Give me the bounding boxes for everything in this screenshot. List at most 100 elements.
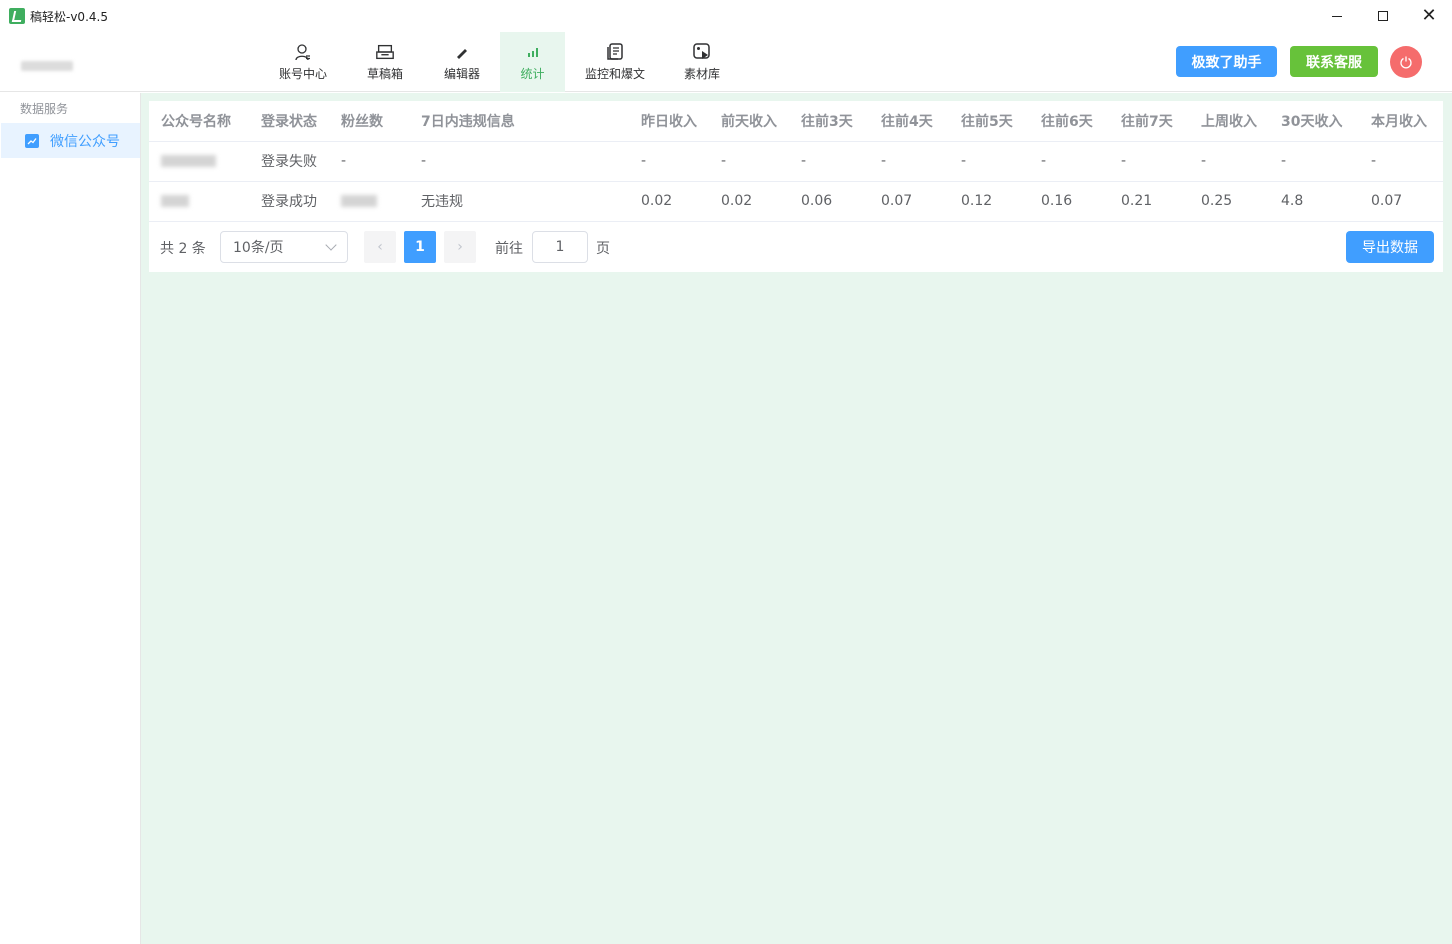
nav-monitor[interactable]: 监控和爆文 [577, 32, 653, 92]
media-icon [692, 42, 712, 62]
chevron-left-icon: ‹ [377, 239, 383, 255]
sidebar-item-label: 微信公众号 [50, 133, 120, 150]
sidebar: 数据服务 微信公众号 [0, 93, 141, 944]
minimize-button[interactable] [1314, 0, 1360, 32]
account-name-cell [149, 141, 249, 182]
column-header: 公众号名称 [149, 101, 249, 142]
table-cell: - [1029, 141, 1109, 182]
inbox-icon [375, 42, 395, 62]
close-button[interactable]: ✕ [1406, 0, 1452, 32]
table-cell: - [869, 141, 949, 182]
table-header: 公众号名称 登录状态 粉丝数 7日内违规信息 昨日收入 前天收入 往前3天 往前… [149, 101, 1443, 142]
sidebar-group-title: 数据服务 [20, 102, 69, 116]
table-cell: 0.07 [1359, 181, 1443, 222]
nav-statistics[interactable]: 统计 [500, 32, 565, 92]
table-cell: 0.25 [1189, 181, 1269, 222]
minimize-icon [1332, 15, 1342, 17]
pen-icon [452, 42, 472, 62]
table-row[interactable]: 登录失败 - - - - - - - - - - - - [149, 141, 1443, 182]
user-icon [293, 42, 313, 62]
column-header: 往前7天 [1109, 101, 1189, 142]
table-cell: - [1109, 141, 1189, 182]
bar-chart-icon [523, 42, 543, 62]
data-card: 公众号名称 登录状态 粉丝数 7日内违规信息 昨日收入 前天收入 往前3天 往前… [149, 101, 1443, 272]
title-bar: 稿轻松-v0.4.5 ✕ [0, 0, 1452, 32]
table-cell: 0.21 [1109, 181, 1189, 222]
nav-material[interactable]: 素材库 [670, 32, 734, 92]
maximize-icon [1378, 11, 1388, 21]
table-cell: - [789, 141, 869, 182]
nav-editor[interactable]: 编辑器 [430, 32, 494, 92]
account-name [161, 155, 216, 167]
page-size-select[interactable]: 10条/页 [220, 231, 348, 263]
window-title: 稿轻松-v0.4.5 [30, 10, 108, 24]
column-header: 前天收入 [709, 101, 789, 142]
table-cell: - [329, 141, 409, 182]
nav-label: 账号中心 [278, 67, 327, 81]
power-button[interactable] [1390, 46, 1422, 78]
main-content: 公众号名称 登录状态 粉丝数 7日内违规信息 昨日收入 前天收入 往前3天 往前… [141, 93, 1452, 944]
sidebar-item-wechat[interactable]: 微信公众号 [1, 123, 140, 158]
export-data-button[interactable]: 导出数据 [1346, 231, 1434, 263]
table-cell: 登录成功 [249, 181, 329, 222]
table-cell: 0.02 [629, 181, 709, 222]
account-name-cell [149, 181, 249, 222]
column-header: 往前3天 [789, 101, 869, 142]
total-count: 共 2 条 [160, 241, 206, 257]
helper-button[interactable]: 极致了助手 [1176, 46, 1277, 77]
column-header: 往前5天 [949, 101, 1029, 142]
column-header: 30天收入 [1269, 101, 1359, 142]
nav-account-center[interactable]: 账号中心 [266, 32, 340, 92]
nav-label: 草稿箱 [366, 67, 403, 81]
user-name [21, 61, 73, 71]
table-cell: 0.16 [1029, 181, 1109, 222]
table-cell: - [949, 141, 1029, 182]
table-cell: 0.07 [869, 181, 949, 222]
column-header: 上周收入 [1189, 101, 1269, 142]
app-logo [9, 8, 25, 24]
table-cell: 4.8 [1269, 181, 1359, 222]
prev-page-button[interactable]: ‹ [364, 231, 396, 263]
close-icon: ✕ [1421, 5, 1437, 26]
page-number[interactable]: 1 [404, 231, 436, 263]
chevron-down-icon [325, 239, 337, 251]
account-name [161, 195, 189, 207]
next-page-button[interactable]: › [444, 231, 476, 263]
goto-page-input[interactable] [532, 231, 588, 263]
nav-label: 统计 [520, 67, 545, 81]
column-header: 本月收入 [1359, 101, 1443, 142]
column-header: 往前4天 [869, 101, 949, 142]
goto-label: 前往 [495, 241, 523, 257]
goto-suffix: 页 [596, 241, 610, 257]
table-cell: - [409, 141, 629, 182]
table-row[interactable]: 登录成功 无违规 0.02 0.02 0.06 0.07 0.12 0.16 0… [149, 181, 1443, 222]
table-cell: 0.12 [949, 181, 1029, 222]
nav-label: 监控和爆文 [584, 67, 645, 81]
power-icon [1400, 56, 1412, 69]
maximize-button[interactable] [1360, 0, 1406, 32]
nav-label: 素材库 [683, 67, 720, 81]
trend-chart-icon [25, 133, 39, 148]
nav-drafts[interactable]: 草稿箱 [352, 32, 418, 92]
column-header: 往前6天 [1029, 101, 1109, 142]
table-cell: 0.02 [709, 181, 789, 222]
table-cell: - [709, 141, 789, 182]
column-header: 昨日收入 [629, 101, 709, 142]
fans-count [341, 195, 377, 207]
contact-service-button[interactable]: 联系客服 [1290, 46, 1378, 77]
table-cell: - [1189, 141, 1269, 182]
table-cell: - [1269, 141, 1359, 182]
table-cell: - [629, 141, 709, 182]
table-cell: 无违规 [409, 181, 629, 222]
column-header: 7日内违规信息 [409, 101, 629, 142]
page-size-value: 10条/页 [233, 240, 284, 256]
top-header: 账号中心 草稿箱 编辑器 统计 监控和爆文 素材库 极致了助手 联系客服 [0, 32, 1452, 92]
pagination: 共 2 条 10条/页 ‹ 1 › 前往 页 导出数据 [149, 222, 1443, 272]
chevron-right-icon: › [457, 239, 463, 255]
account-table: 公众号名称 登录状态 粉丝数 7日内违规信息 昨日收入 前天收入 往前3天 往前… [149, 101, 1443, 222]
document-icon [605, 42, 625, 62]
column-header: 登录状态 [249, 101, 329, 142]
table-cell: 0.06 [789, 181, 869, 222]
table-cell: 登录失败 [249, 141, 329, 182]
column-header: 粉丝数 [329, 101, 409, 142]
